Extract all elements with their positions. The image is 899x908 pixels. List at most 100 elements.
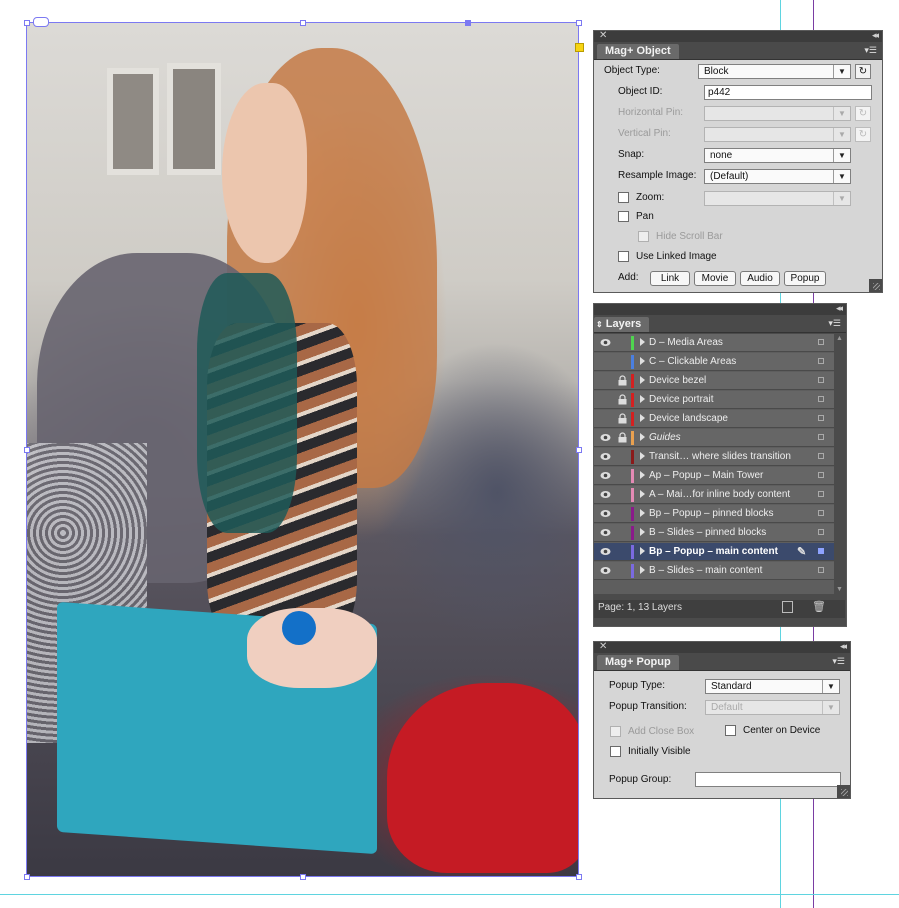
- refresh-object-type-button[interactable]: ↻: [855, 64, 871, 79]
- expand-triangle-icon[interactable]: [640, 528, 645, 536]
- resize-handle-middle-left[interactable]: [24, 447, 30, 453]
- resize-handle-middle-right[interactable]: [576, 447, 582, 453]
- delete-layer-icon[interactable]: 🗑: [812, 600, 826, 613]
- layer-row[interactable]: Bp – Popup – pinned blocks: [594, 505, 834, 523]
- selection-square-icon[interactable]: [818, 453, 824, 459]
- resize-grip[interactable]: [869, 279, 882, 292]
- expand-triangle-icon[interactable]: [640, 338, 645, 346]
- panel-title-bar[interactable]: ✕ ◂◂: [594, 641, 850, 653]
- add-movie-button[interactable]: Movie: [694, 271, 736, 286]
- expand-triangle-icon[interactable]: [640, 395, 645, 403]
- eye-icon[interactable]: [600, 452, 611, 461]
- zoom-checkbox[interactable]: [618, 192, 629, 203]
- lock-icon[interactable]: [618, 413, 627, 424]
- eye-icon[interactable]: [600, 528, 611, 537]
- vertical-pin-select[interactable]: ▼: [704, 127, 851, 142]
- layer-row[interactable]: A – Mai…for inline body content: [594, 486, 834, 504]
- panel-title-bar[interactable]: ✕ ◂◂: [594, 30, 882, 42]
- content-grabber-handle[interactable]: [465, 20, 471, 26]
- snap-select[interactable]: none ▼: [704, 148, 851, 163]
- tab-layers[interactable]: ⇕ Layers: [594, 317, 650, 332]
- selection-square-icon[interactable]: [818, 396, 824, 402]
- expand-triangle-icon[interactable]: [640, 547, 645, 555]
- selection-square-icon[interactable]: [818, 510, 824, 516]
- layer-row[interactable]: Device portrait: [594, 391, 834, 409]
- center-on-device-checkbox[interactable]: [725, 725, 736, 736]
- resize-grip[interactable]: [837, 785, 850, 798]
- object-type-select[interactable]: Block ▼: [698, 64, 851, 79]
- expand-triangle-icon[interactable]: [640, 471, 645, 479]
- tab-mag-object[interactable]: Mag+ Object: [597, 44, 679, 59]
- selection-square-icon[interactable]: [818, 491, 824, 497]
- layer-row[interactable]: Guides: [594, 429, 834, 447]
- layer-row[interactable]: B – Slides – pinned blocks: [594, 524, 834, 542]
- initially-visible-checkbox[interactable]: [610, 746, 621, 757]
- expand-triangle-icon[interactable]: [640, 509, 645, 517]
- layer-row[interactable]: Device landscape: [594, 410, 834, 428]
- scroll-down-icon[interactable]: ▼: [836, 586, 843, 593]
- selection-frame[interactable]: [26, 22, 579, 877]
- expand-triangle-icon[interactable]: [640, 414, 645, 422]
- panel-title-bar[interactable]: ◂◂: [594, 303, 846, 315]
- collapse-icon[interactable]: ◂◂: [836, 303, 843, 314]
- layer-row[interactable]: Ap – Popup – Main Tower: [594, 467, 834, 485]
- resample-image-select[interactable]: (Default) ▼: [704, 169, 851, 184]
- layer-row[interactable]: Bp – Popup – main content ✎: [594, 543, 834, 561]
- expand-triangle-icon[interactable]: [640, 433, 645, 441]
- refresh-horizontal-pin-button[interactable]: ↻: [855, 106, 871, 121]
- horizontal-pin-select[interactable]: ▼: [704, 106, 851, 121]
- lock-icon[interactable]: [618, 375, 627, 386]
- expand-triangle-icon[interactable]: [640, 490, 645, 498]
- panel-menu-icon[interactable]: ▾☰: [832, 656, 845, 667]
- popup-group-field[interactable]: [695, 772, 841, 787]
- add-link-button[interactable]: Link: [650, 271, 690, 286]
- expand-triangle-icon[interactable]: [640, 376, 645, 384]
- zoom-select[interactable]: ▼: [704, 191, 851, 206]
- refresh-vertical-pin-button[interactable]: ↻: [855, 127, 871, 142]
- selection-square-icon[interactable]: [818, 377, 824, 383]
- lock-icon[interactable]: [618, 394, 627, 405]
- tab-mag-popup[interactable]: Mag+ Popup: [597, 655, 679, 670]
- selection-square-icon[interactable]: [818, 472, 824, 478]
- add-popup-button[interactable]: Popup: [784, 271, 826, 286]
- panel-menu-icon[interactable]: ▾☰: [828, 318, 841, 329]
- selection-square-icon[interactable]: [818, 434, 824, 440]
- resize-handle-top-right[interactable]: [576, 20, 582, 26]
- resize-handle-top-left[interactable]: [24, 20, 30, 26]
- resize-handle-bottom-center[interactable]: [300, 874, 306, 880]
- collapse-icon[interactable]: ◂◂: [840, 641, 847, 652]
- scroll-up-icon[interactable]: ▲: [836, 335, 843, 342]
- close-icon[interactable]: ✕: [599, 30, 607, 41]
- selection-square-icon[interactable]: [818, 339, 824, 345]
- layer-row[interactable]: D – Media Areas: [594, 334, 834, 352]
- eye-icon[interactable]: [600, 433, 611, 442]
- use-linked-image-checkbox[interactable]: [618, 251, 629, 262]
- hide-scroll-bar-checkbox[interactable]: [638, 231, 649, 242]
- eye-icon[interactable]: [600, 547, 611, 556]
- eye-icon[interactable]: [600, 490, 611, 499]
- anchor-icon[interactable]: [575, 43, 584, 52]
- selection-square-icon[interactable]: [818, 415, 824, 421]
- close-icon[interactable]: ✕: [599, 641, 607, 652]
- add-close-box-checkbox[interactable]: [610, 726, 621, 737]
- collapse-icon[interactable]: ◂◂: [872, 30, 879, 41]
- pan-checkbox[interactable]: [618, 211, 629, 222]
- lock-icon[interactable]: [618, 432, 627, 443]
- selection-square-icon[interactable]: [818, 529, 824, 535]
- new-layer-icon[interactable]: [782, 601, 793, 613]
- object-id-field[interactable]: p442: [704, 85, 872, 100]
- eye-icon[interactable]: [600, 566, 611, 575]
- horizontal-guide-cyan[interactable]: [0, 894, 899, 895]
- layers-scrollbar[interactable]: ▲ ▼: [834, 334, 845, 594]
- expand-triangle-icon[interactable]: [640, 566, 645, 574]
- resize-handle-bottom-left[interactable]: [24, 874, 30, 880]
- panel-menu-icon[interactable]: ▾☰: [864, 45, 877, 56]
- eye-icon[interactable]: [600, 509, 611, 518]
- add-audio-button[interactable]: Audio: [740, 271, 780, 286]
- layer-row[interactable]: Device bezel: [594, 372, 834, 390]
- selection-square-icon[interactable]: [818, 548, 824, 554]
- eye-icon[interactable]: [600, 471, 611, 480]
- layer-row[interactable]: C – Clickable Areas: [594, 353, 834, 371]
- layer-row[interactable]: B – Slides – main content: [594, 562, 834, 580]
- expand-triangle-icon[interactable]: [640, 357, 645, 365]
